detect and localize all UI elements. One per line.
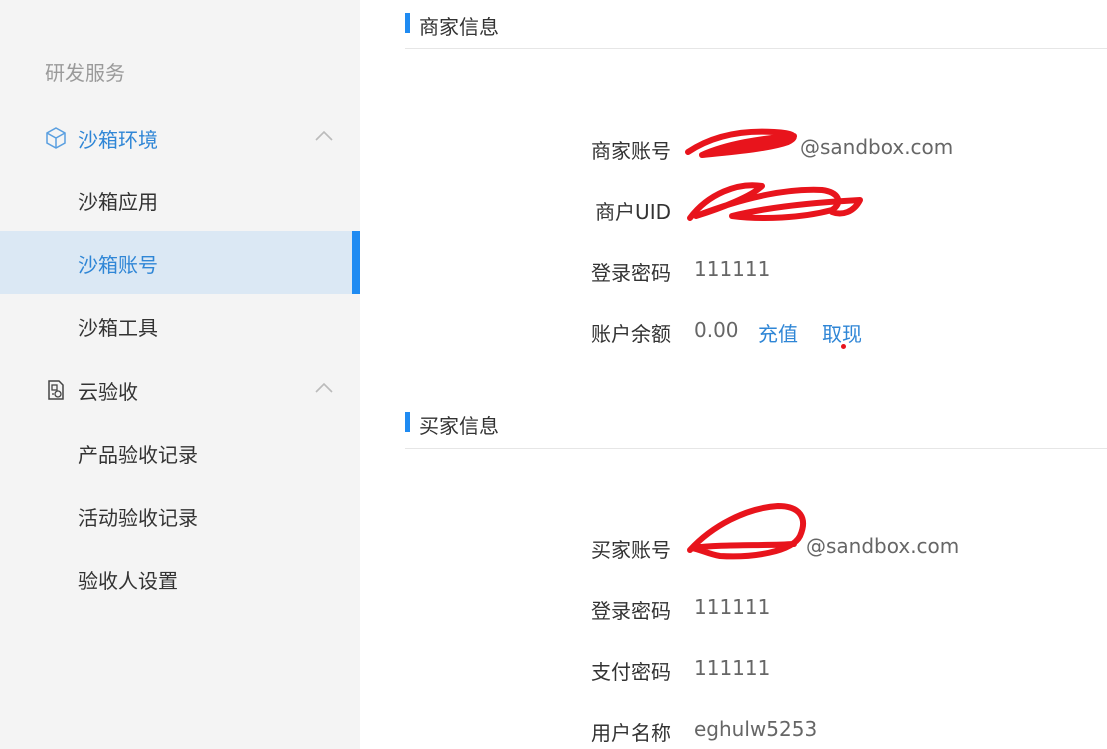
field-label: 账户余额 xyxy=(591,322,671,346)
sidebar-item-label: 沙箱应用 xyxy=(78,190,158,214)
sidebar-item-acceptor-settings[interactable]: 验收人设置 xyxy=(0,547,360,610)
section-title-text: 买家信息 xyxy=(419,414,499,438)
field-label: 登录密码 xyxy=(591,599,671,623)
section-divider xyxy=(405,448,1107,449)
sidebar-item-label: 活动验收记录 xyxy=(78,506,198,530)
buyer-password-row: 登录密码 111111 xyxy=(360,595,1107,625)
field-label: 买家账号 xyxy=(591,538,671,562)
field-label: 商家账号 xyxy=(591,139,671,163)
field-value: 111111 xyxy=(694,656,771,680)
sidebar-group-sandbox[interactable]: 沙箱环境 xyxy=(0,117,360,157)
buyer-pay-password-row: 支付密码 111111 xyxy=(360,656,1107,686)
sidebar-item-sandbox-tools[interactable]: 沙箱工具 xyxy=(0,294,360,357)
sidebar-item-activity-acceptance[interactable]: 活动验收记录 xyxy=(0,484,360,547)
red-dot xyxy=(841,344,846,349)
sidebar-item-label: 产品验收记录 xyxy=(78,443,198,467)
merchant-account-row: 商家账号 @sandbox.com xyxy=(360,135,1107,165)
field-label: 用户名称 xyxy=(591,721,671,745)
merchant-password-row: 登录密码 111111 xyxy=(360,257,1107,287)
field-label: 支付密码 xyxy=(591,660,671,684)
section-marker xyxy=(405,412,410,432)
sidebar-section-label: 研发服务 xyxy=(45,61,125,85)
chevron-up-icon[interactable] xyxy=(314,381,334,395)
buyer-username-row: 用户名称 eghulw5253 xyxy=(360,717,1107,747)
sidebar: 研发服务 沙箱环境 沙箱应用 沙箱账号 沙箱工具 云验收 产品验收记录 活动验收… xyxy=(0,0,360,749)
sidebar-group-cloud-acceptance[interactable]: 云验收 xyxy=(0,369,360,409)
field-value: 111111 xyxy=(694,595,771,619)
field-value: @sandbox.com xyxy=(800,135,954,159)
merchant-balance-row: 账户余额 0.00 充值 取现 xyxy=(360,318,1107,348)
field-value: 0.00 xyxy=(694,318,739,342)
field-value: eghulw5253 xyxy=(694,717,818,741)
sidebar-item-label: 验收人设置 xyxy=(78,569,178,593)
field-label: 登录密码 xyxy=(591,261,671,285)
sidebar-item-label: 沙箱工具 xyxy=(78,316,158,340)
field-value: 111111 xyxy=(694,257,771,281)
section-title-text: 商家信息 xyxy=(419,15,499,39)
cube-icon xyxy=(46,127,66,149)
sidebar-item-sandbox-apps[interactable]: 沙箱应用 xyxy=(0,168,360,231)
section-marker xyxy=(405,13,410,33)
withdraw-link[interactable]: 取现 xyxy=(822,318,862,347)
sidebar-group-label: 云验收 xyxy=(78,380,138,404)
sidebar-item-label: 沙箱账号 xyxy=(78,253,158,277)
merchant-uid-row: 商户UID xyxy=(360,196,1107,226)
main-content: 商家信息 商家账号 @sandbox.com 商户UID 登录密码 111111… xyxy=(360,0,1107,749)
document-check-icon xyxy=(48,380,64,400)
sidebar-group-label: 沙箱环境 xyxy=(78,128,158,152)
active-indicator xyxy=(352,231,360,294)
sidebar-item-product-acceptance[interactable]: 产品验收记录 xyxy=(0,421,360,484)
chevron-up-icon[interactable] xyxy=(314,129,334,143)
section-divider xyxy=(405,48,1107,49)
field-value: @sandbox.com xyxy=(806,534,960,558)
buyer-account-row: 买家账号 @sandbox.com xyxy=(360,534,1107,564)
field-label: 商户UID xyxy=(595,200,671,224)
recharge-link[interactable]: 充值 xyxy=(758,318,798,347)
sidebar-item-sandbox-account[interactable]: 沙箱账号 xyxy=(0,231,360,294)
